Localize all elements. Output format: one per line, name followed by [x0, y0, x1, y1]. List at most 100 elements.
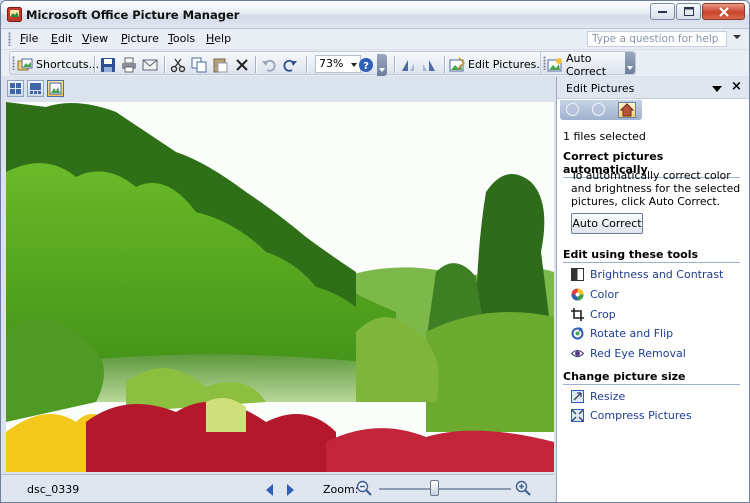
home-button[interactable]: [618, 102, 636, 118]
zoom-slider-track[interactable]: [379, 488, 511, 490]
window-controls: [650, 3, 745, 20]
color-wheel-icon: [571, 288, 584, 301]
chevron-down-icon: [351, 63, 357, 67]
files-selected-count: 1 files selected: [563, 130, 646, 143]
resize-link[interactable]: Resize: [571, 390, 625, 403]
shortcuts-label: Shortcuts...: [36, 58, 100, 71]
zoom-slider-thumb[interactable]: [430, 480, 440, 496]
close-icon: [718, 6, 729, 17]
help-dropdown-icon[interactable]: [733, 35, 741, 39]
previous-picture-button[interactable]: [266, 484, 273, 496]
help-search-input[interactable]: Type a question for help: [587, 31, 727, 47]
save-button[interactable]: [100, 56, 116, 73]
thumbnail-view-button[interactable]: [7, 80, 24, 97]
copy-button[interactable]: [191, 56, 207, 73]
color-link[interactable]: Color: [571, 288, 619, 301]
toolbar-separator: [255, 56, 256, 73]
close-button[interactable]: [702, 3, 745, 20]
toolbar-separator: [394, 56, 395, 73]
brightness-contrast-label: Brightness and Contrast: [590, 268, 724, 281]
auto-correct-description: To automatically correct color and brigh…: [571, 169, 741, 208]
zoom-in-icon[interactable]: [515, 480, 531, 496]
help-button[interactable]: ?: [358, 56, 374, 73]
toolbar-grip[interactable]: [543, 56, 546, 70]
rotate-flip-link[interactable]: Rotate and Flip: [571, 327, 673, 340]
copy-icon: [191, 57, 207, 72]
delete-button[interactable]: [234, 56, 250, 73]
single-picture-view-icon: [49, 82, 62, 95]
picture-canvas[interactable]: [6, 102, 554, 472]
single-picture-view-button[interactable]: [47, 80, 64, 97]
delete-icon: [236, 58, 248, 71]
redo-button[interactable]: [282, 56, 298, 73]
crop-label: Crop: [590, 308, 616, 321]
rotate-flip-label: Rotate and Flip: [590, 327, 674, 340]
menu-tools[interactable]: Tools: [168, 32, 195, 45]
shortcuts-button[interactable]: Shortcuts...: [17, 56, 99, 73]
zoom-label: Zoom:: [323, 483, 359, 496]
email-button[interactable]: [142, 56, 158, 73]
rotate-left-icon: [402, 59, 414, 71]
scissors-icon: [170, 58, 186, 72]
filmstrip-view-icon: [30, 83, 41, 94]
crop-link[interactable]: Crop: [571, 308, 616, 321]
cut-button[interactable]: [170, 56, 186, 73]
menu-view[interactable]: View: [82, 32, 108, 45]
crop-icon: [571, 308, 584, 321]
auto-correct-toolbar-button[interactable]: Auto Correct: [547, 52, 635, 78]
menu-grip[interactable]: [8, 32, 11, 46]
toolbar-grip[interactable]: [12, 56, 15, 70]
zoom-value: 73%: [319, 57, 344, 70]
menu-help[interactable]: Help: [206, 32, 231, 45]
zoom-select[interactable]: 73%: [315, 55, 361, 73]
next-picture-button[interactable]: [287, 484, 294, 496]
menu-file[interactable]: File: [20, 32, 38, 45]
section-heading-edit-tools: Edit using these tools: [563, 248, 740, 263]
red-eye-removal-link[interactable]: Red Eye Removal: [571, 347, 686, 360]
menu-picture[interactable]: Picture: [121, 32, 159, 45]
toolbar-options-chevron[interactable]: [377, 54, 387, 76]
print-icon: [122, 57, 136, 72]
toolbar-options-chevron[interactable]: [625, 52, 635, 74]
undo-icon: [262, 59, 276, 72]
compress-pictures-label: Compress Pictures: [590, 409, 692, 422]
rotate-left-button[interactable]: [400, 56, 416, 73]
rotate-right-button[interactable]: [421, 56, 437, 73]
section-heading-picture-size: Change picture size: [563, 370, 740, 385]
title-bar: Microsoft Office Picture Manager: [1, 1, 749, 29]
task-pane-close-icon[interactable]: ×: [731, 80, 742, 94]
auto-correct-icon: [547, 57, 562, 71]
undo-button[interactable]: [261, 56, 277, 73]
toolbar-separator: [444, 56, 445, 73]
task-pane-title: Edit Pictures: [566, 82, 635, 95]
eye-icon: [571, 350, 584, 357]
resize-label: Resize: [590, 390, 626, 403]
minimize-button[interactable]: [650, 3, 675, 20]
paste-button[interactable]: [212, 56, 228, 73]
zoom-out-icon[interactable]: [356, 480, 372, 496]
toolbar-separator: [306, 56, 307, 73]
window-title: Microsoft Office Picture Manager: [26, 8, 240, 22]
menu-bar: File Edit View Picture Tools Help Type a…: [1, 29, 749, 49]
auto-correct-button[interactable]: Auto Correct: [571, 213, 643, 234]
menu-edit[interactable]: Edit: [51, 32, 72, 45]
resize-icon: [571, 390, 584, 403]
edit-pictures-button[interactable]: Edit Pictures...: [449, 56, 547, 73]
compress-pictures-link[interactable]: Compress Pictures: [571, 409, 692, 422]
redo-icon: [283, 59, 297, 72]
forward-icon[interactable]: [592, 103, 605, 116]
paste-icon: [213, 58, 228, 72]
edit-pictures-task-pane: Edit Pictures × 1 files selected Correct…: [556, 77, 749, 502]
filmstrip-view-button[interactable]: [27, 80, 44, 97]
task-pane-menu-icon[interactable]: [712, 86, 722, 92]
maximize-icon: [683, 7, 694, 16]
brightness-contrast-link[interactable]: Brightness and Contrast: [571, 268, 723, 281]
save-icon: [101, 57, 115, 72]
thumbnail-view-icon: [10, 83, 21, 94]
email-icon: [142, 59, 158, 70]
brightness-contrast-icon: [571, 268, 584, 281]
maximize-button[interactable]: [676, 3, 701, 20]
back-icon[interactable]: [566, 103, 579, 116]
print-button[interactable]: [121, 56, 137, 73]
standard-toolbar: Shortcuts... 73% ? Edit Pictures... Auto…: [1, 50, 749, 78]
